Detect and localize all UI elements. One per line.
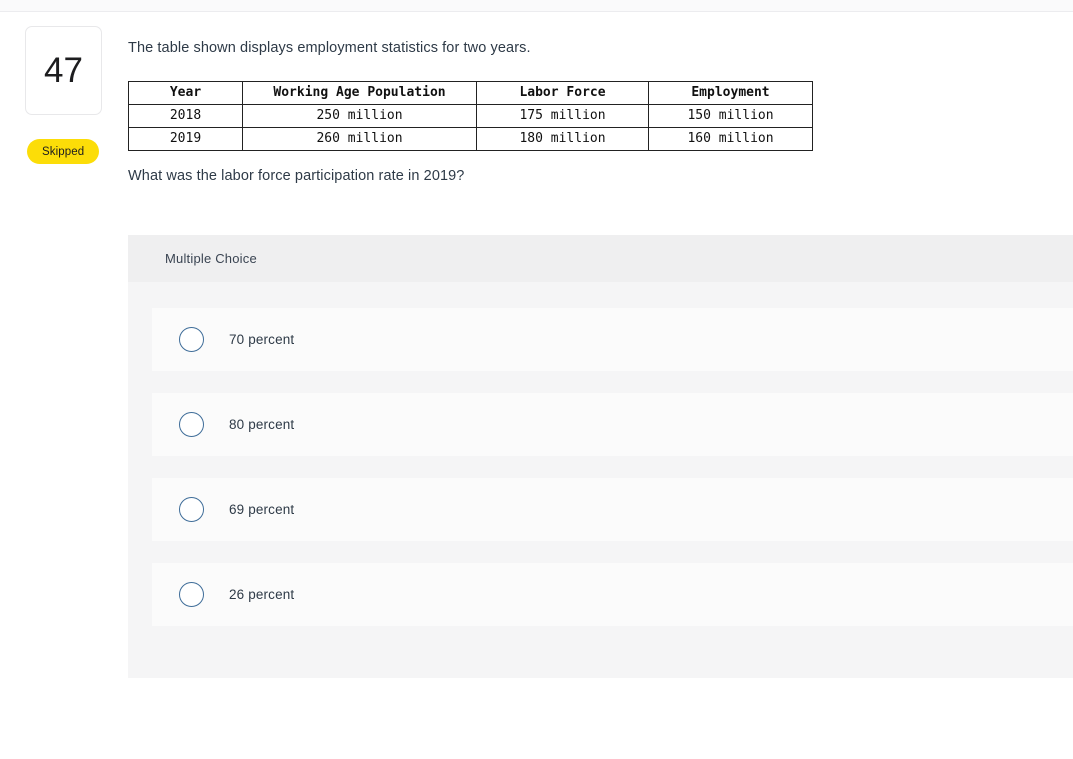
- table-header-cell: Labor Force: [476, 81, 649, 105]
- question-number: 47: [44, 51, 83, 90]
- question-page: 47 Skipped The table shown displays empl…: [0, 0, 1073, 759]
- table-cell: 150 million: [648, 104, 813, 128]
- answer-panel: Multiple Choice 70 percent 80 percent 69…: [128, 235, 1073, 678]
- question-gutter: 47 Skipped: [0, 13, 128, 713]
- answer-option-2[interactable]: 80 percent: [152, 393, 1073, 456]
- answer-option-label: 80 percent: [229, 417, 295, 432]
- table-cell: 180 million: [476, 127, 649, 151]
- table-header-cell: Year: [128, 81, 243, 105]
- employment-statistics-table: Year Working Age Population Labor Force …: [128, 81, 813, 151]
- employment-statistics-table-wrapper: Year Working Age Population Labor Force …: [128, 81, 813, 151]
- question-number-box: 47: [25, 26, 102, 115]
- answer-panel-header: Multiple Choice: [128, 235, 1073, 282]
- answer-options-list: 70 percent 80 percent 69 percent 26 perc…: [128, 282, 1073, 678]
- answer-option-4[interactable]: 26 percent: [152, 563, 1073, 626]
- answer-option-label: 70 percent: [229, 332, 295, 347]
- table-cell: 260 million: [242, 127, 477, 151]
- table-row: 2018 250 million 175 million 150 million: [128, 104, 813, 128]
- answer-option-1[interactable]: 70 percent: [152, 308, 1073, 371]
- table-row: 2019 260 million 180 million 160 million: [128, 127, 813, 151]
- table-cell: 160 million: [648, 127, 813, 151]
- table-cell: 250 million: [242, 104, 477, 128]
- top-bar: [0, 0, 1073, 12]
- question-intro-text: The table shown displays employment stat…: [128, 40, 531, 56]
- status-badge: Skipped: [27, 139, 100, 164]
- radio-button-icon[interactable]: [179, 412, 204, 437]
- table-header-row: Year Working Age Population Labor Force …: [128, 81, 813, 105]
- table-cell: 175 million: [476, 104, 649, 128]
- table-header-cell: Employment: [648, 81, 813, 105]
- radio-button-icon[interactable]: [179, 327, 204, 352]
- answer-option-label: 69 percent: [229, 502, 295, 517]
- question-prompt: What was the labor force participation r…: [128, 168, 465, 184]
- radio-button-icon[interactable]: [179, 582, 204, 607]
- radio-button-icon[interactable]: [179, 497, 204, 522]
- table-cell: 2018: [128, 104, 243, 128]
- table-header-cell: Working Age Population: [242, 81, 477, 105]
- table-cell: 2019: [128, 127, 243, 151]
- question-type-label: Multiple Choice: [165, 251, 257, 266]
- answer-option-label: 26 percent: [229, 587, 295, 602]
- answer-option-3[interactable]: 69 percent: [152, 478, 1073, 541]
